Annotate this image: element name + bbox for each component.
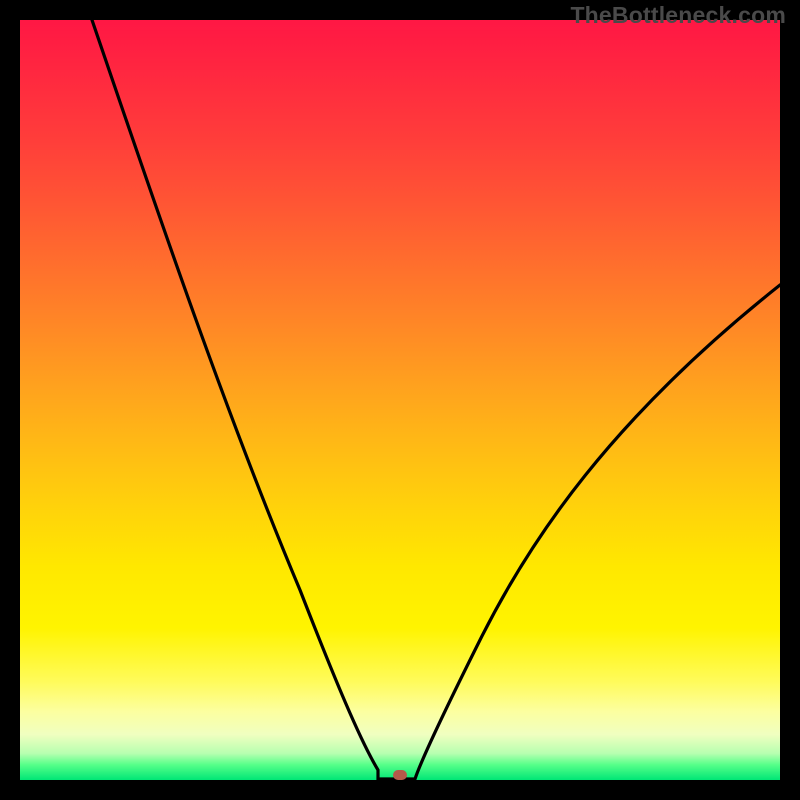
plot-area bbox=[20, 20, 780, 780]
optimal-point-marker bbox=[393, 770, 407, 780]
chart-frame: TheBottleneck.com bbox=[0, 0, 800, 800]
watermark-text: TheBottleneck.com bbox=[570, 2, 786, 29]
